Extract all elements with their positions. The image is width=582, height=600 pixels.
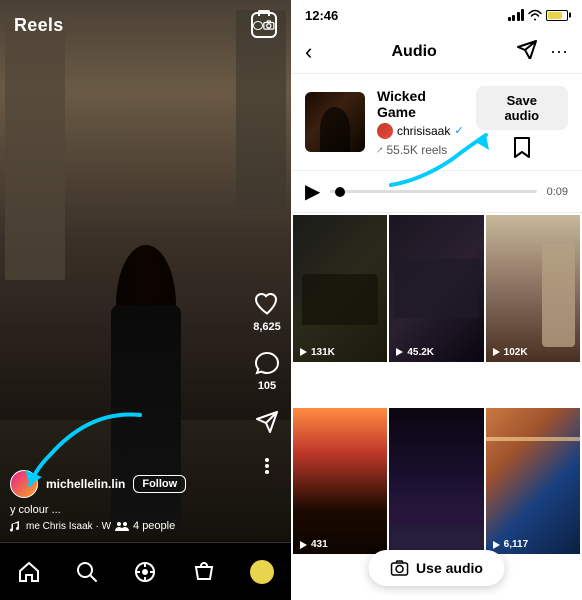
video-thumb-6[interactable]: 6,117 [486,408,580,555]
artist-name: chrisisaak [397,124,450,138]
use-audio-button[interactable]: Use audio [368,550,505,586]
signal-icon [508,9,525,21]
bar2 [512,15,515,21]
like-action[interactable]: 8,625 [253,290,281,333]
status-bar: 12:46 [291,0,582,30]
reels-count: 55.5K reels [387,143,448,157]
share-button[interactable] [516,39,538,65]
nav-profile[interactable] [242,552,282,592]
avatar [10,470,38,498]
play-icon-6 [491,540,501,550]
heart-icon[interactable] [253,290,281,318]
play-icon-4 [298,540,308,550]
nav-search[interactable] [67,552,107,592]
audio-info-section: Wicked Game chrisisaak ✓ ↑ 55.5K reels S… [291,74,582,171]
video-thumb-3[interactable]: 102K [486,215,580,362]
page-title: Audio [392,43,437,61]
reels-count-row: ↑ 55.5K reels [377,143,464,157]
play-button[interactable]: ▶ [305,179,320,204]
video-thumb-5[interactable] [389,408,483,555]
video-stat-3: 102K [491,347,528,358]
stat-count-4: 431 [311,539,328,550]
header-actions: ··· [516,39,568,65]
more-button[interactable]: ··· [550,41,568,62]
send-icon[interactable] [253,408,281,436]
more-action[interactable] [253,452,281,480]
audio-details: Wicked Game chrisisaak ✓ ↑ 55.5K reels [377,88,464,157]
camera-icon-btn [390,560,408,576]
video-stat-2: 45.2K [394,347,434,358]
play-icon-2 [394,347,404,357]
stat-count-1: 131K [311,347,335,358]
battery-fill [548,12,562,19]
audio-text: me Chris Isaak · W [26,521,111,532]
comment-action[interactable]: 105 [253,349,281,392]
stat-count-6: 6,117 [504,539,528,550]
user-row: michellelin.lin Follow [10,470,241,498]
video-thumb-4[interactable]: 431 [293,408,387,555]
caption-text: y colour ... [10,504,61,516]
nav-home[interactable] [9,552,49,592]
stat-count-2: 45.2K [407,347,434,358]
caption-row: y colour ... [10,504,241,516]
audio-panel: 12:46 ‹ Audio [291,0,582,600]
bookmark-icon[interactable] [512,136,532,158]
battery-icon [546,10,568,21]
people-icon [115,520,129,532]
audio-player: ▶ 0:09 [291,171,582,213]
back-button[interactable]: ‹ [305,39,312,65]
nav-reels[interactable] [125,552,165,592]
status-icons [508,9,569,21]
follow-button[interactable]: Follow [133,475,186,493]
artist-row: chrisisaak ✓ [377,123,464,139]
video-stat-1: 131K [298,347,335,358]
audio-nav-header: ‹ Audio ··· [291,30,582,74]
wifi-icon [528,9,542,21]
audio-thumbnail [305,92,365,152]
video-stat-4: 431 [298,539,328,550]
audio-actions: Save audio [476,86,568,158]
music-icon [10,520,22,532]
comment-icon[interactable] [253,349,281,377]
comment-count: 105 [258,380,276,392]
stat-count-3: 102K [504,347,528,358]
bar4 [521,9,524,21]
username[interactable]: michellelin.lin [46,477,125,491]
like-count: 8,625 [253,321,281,333]
video-grid: 131K 45.2K 102K 431 [291,213,582,600]
bar3 [517,12,520,21]
audio-row: me Chris Isaak · W 4 people [10,520,241,532]
profile-avatar [250,560,274,584]
progress-dot [335,187,345,197]
people-text: 4 people [133,520,175,532]
reel-actions: 8,625 105 [253,290,281,480]
artist-avatar [377,123,393,139]
reels-title: Reels [14,15,64,36]
play-icon [298,347,308,357]
use-audio-wrap: Use audio [368,550,505,586]
nav-shop[interactable] [184,552,224,592]
reel-user-info: michellelin.lin Follow y colour ... me C… [10,470,241,532]
status-time: 12:46 [305,8,338,23]
arrow-icon: ↑ [374,143,386,155]
verified-icon: ✓ [454,124,463,137]
audio-title: Wicked Game [377,88,464,120]
video-thumb-1[interactable]: 131K [293,215,387,362]
reel-header: Reels [0,12,291,38]
bottom-nav [0,542,291,600]
video-stat-6: 6,117 [491,539,528,550]
play-icon-3 [491,347,501,357]
camera-icon[interactable] [251,12,277,38]
duration-text: 0:09 [547,186,568,198]
reels-panel: Reels 8,625 105 [0,0,291,600]
share-action[interactable] [253,408,281,436]
bar1 [508,17,511,21]
save-audio-button[interactable]: Save audio [476,86,568,130]
use-audio-label: Use audio [416,560,483,576]
ellipsis-icon[interactable] [253,452,281,480]
video-thumb-2[interactable]: 45.2K [389,215,483,362]
progress-bar[interactable] [330,190,536,193]
